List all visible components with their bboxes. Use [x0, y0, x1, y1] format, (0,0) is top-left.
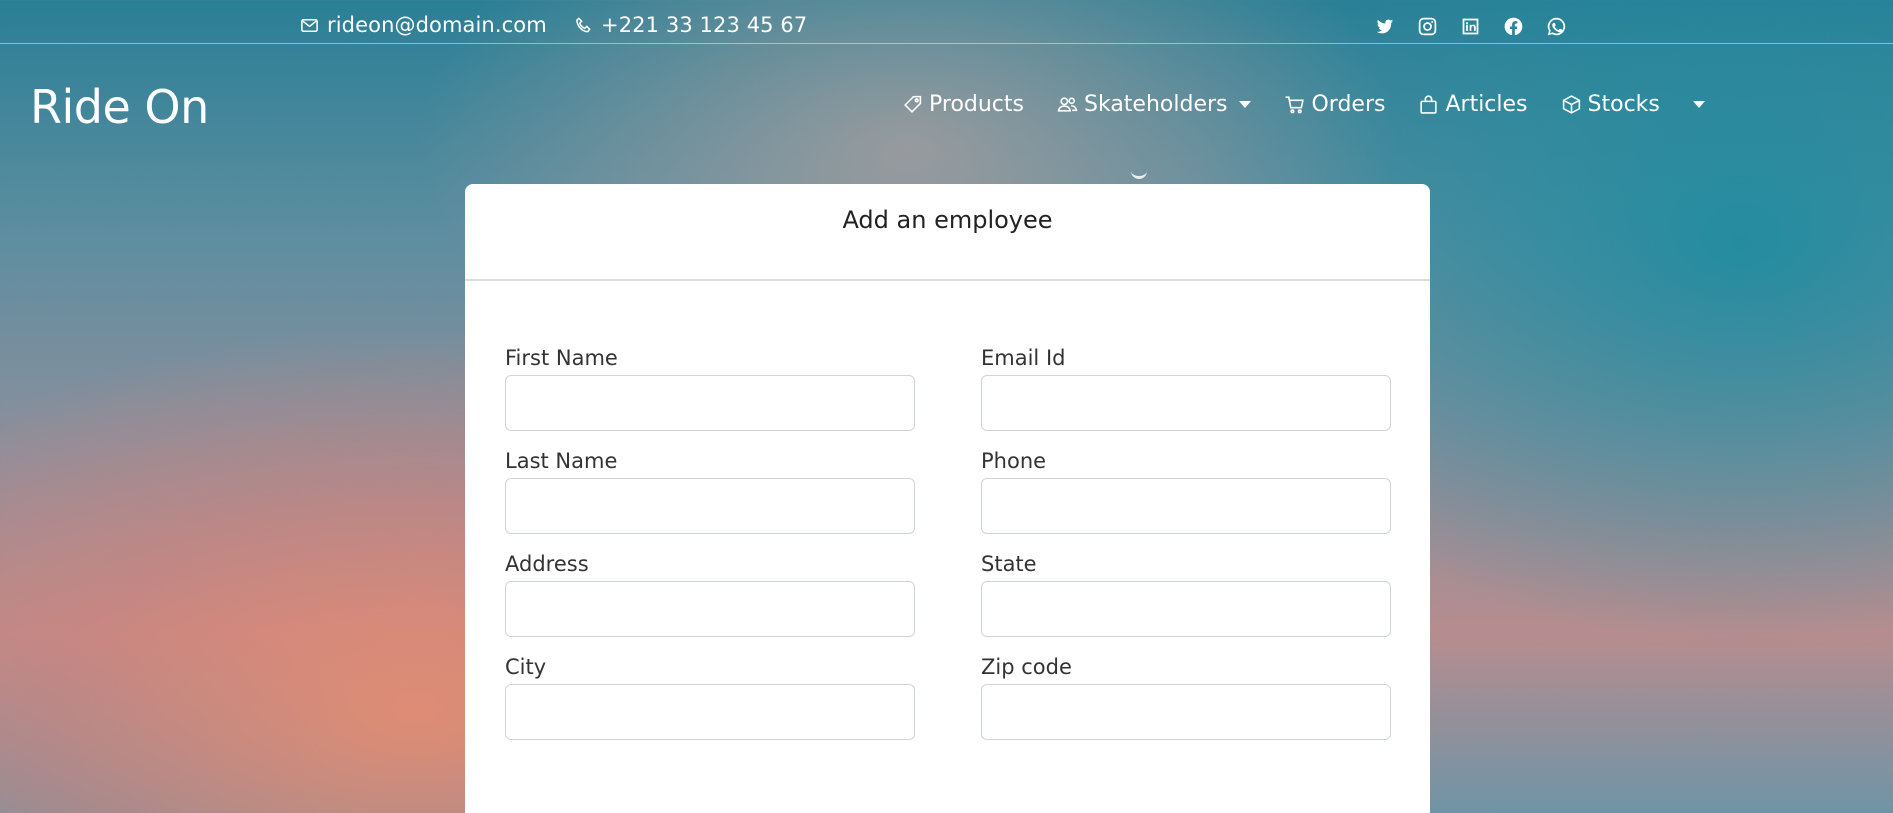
address-group: Address	[505, 552, 915, 637]
facebook-icon[interactable]	[1501, 14, 1525, 38]
city-group: City	[505, 655, 915, 740]
employee-form-card: Add an employee First Name Email Id Last…	[465, 184, 1430, 813]
email-input[interactable]	[981, 375, 1391, 431]
nav-item-label: Skateholders	[1084, 92, 1228, 117]
phone-icon	[576, 16, 591, 32]
mail-icon	[301, 18, 318, 32]
email-group: Email Id	[981, 346, 1391, 431]
first-name-group: First Name	[505, 346, 915, 431]
tag-icon	[904, 95, 922, 113]
last-name-label: Last Name	[505, 449, 618, 473]
nav-item-label: Products	[929, 92, 1024, 117]
first-name-label: First Name	[505, 346, 618, 370]
employee-form: First Name Email Id Last Name Phone Addr…	[505, 346, 1391, 740]
twitter-icon[interactable]	[1372, 14, 1396, 38]
city-label: City	[505, 655, 547, 679]
nav-item-products[interactable]: Products	[902, 92, 1024, 117]
nav-item-orders[interactable]: Orders	[1284, 92, 1385, 117]
whatsapp-icon[interactable]	[1544, 14, 1568, 38]
nav-item-skateholders[interactable]: Skateholders	[1057, 92, 1252, 117]
nav-item-label: Stocks	[1587, 92, 1660, 117]
first-name-input[interactable]	[505, 375, 915, 431]
nav-item-label: Articles	[1445, 92, 1528, 117]
phone-label: Phone	[981, 449, 1047, 473]
card-header: Add an employee	[465, 184, 1430, 281]
linkedin-icon[interactable]	[1458, 14, 1482, 38]
last-name-group: Last Name	[505, 449, 915, 534]
zip-label: Zip code	[981, 655, 1072, 679]
box-icon	[1562, 95, 1580, 114]
phone-text: +221 33 123 45 67	[601, 13, 808, 37]
cart-icon	[1286, 96, 1305, 114]
chevron-down-icon	[1239, 101, 1252, 108]
city-input[interactable]	[505, 684, 915, 740]
phone-contact[interactable]: +221 33 123 45 67	[574, 13, 807, 37]
users-icon	[1057, 97, 1078, 112]
main-nav: Products Skateholders Orders Articles St…	[902, 92, 1705, 117]
brand-logo[interactable]: Ride On	[30, 80, 209, 134]
instagram-icon[interactable]	[1415, 14, 1439, 38]
email-contact[interactable]: rideon@domain.com	[300, 13, 547, 37]
nav-item-stocks[interactable]: Stocks	[1561, 92, 1660, 117]
bag-icon	[1420, 95, 1438, 114]
last-name-input[interactable]	[505, 478, 915, 534]
email-text: rideon@domain.com	[327, 13, 547, 37]
address-label: Address	[505, 552, 589, 576]
nav-item-label: Orders	[1311, 92, 1386, 117]
more-menu-chevron-icon[interactable]	[1692, 101, 1705, 108]
state-group: State	[981, 552, 1391, 637]
state-input[interactable]	[981, 581, 1391, 637]
loading-spinner	[1131, 167, 1147, 179]
form-title: Add an employee	[842, 205, 1053, 234]
nav-item-articles[interactable]: Articles	[1418, 92, 1528, 117]
zip-group: Zip code	[981, 655, 1391, 740]
phone-group: Phone	[981, 449, 1391, 534]
address-input[interactable]	[505, 581, 915, 637]
zip-input[interactable]	[981, 684, 1391, 740]
state-label: State	[981, 552, 1037, 576]
phone-input[interactable]	[981, 478, 1391, 534]
top-bar: rideon@domain.com +221 33 123 45 67	[0, 0, 1893, 44]
email-label: Email Id	[981, 346, 1066, 370]
social-links	[1372, 14, 1568, 38]
